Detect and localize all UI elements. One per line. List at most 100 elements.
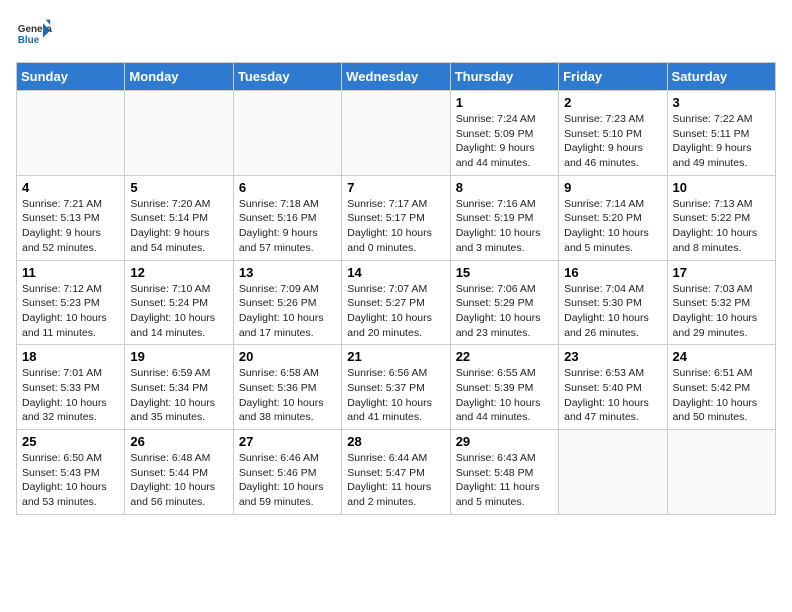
day-number: 1 <box>456 95 553 110</box>
calendar-week-row: 11 Sunrise: 7:12 AM Sunset: 5:23 PM Dayli… <box>17 260 776 345</box>
calendar-cell: 11 Sunrise: 7:12 AM Sunset: 5:23 PM Dayli… <box>17 260 125 345</box>
day-number: 9 <box>564 180 661 195</box>
weekday-header-wednesday: Wednesday <box>342 63 450 91</box>
weekday-header-tuesday: Tuesday <box>233 63 341 91</box>
calendar-cell: 23 Sunrise: 6:53 AM Sunset: 5:40 PM Dayli… <box>559 345 667 430</box>
calendar-cell <box>17 91 125 176</box>
calendar-cell: 5 Sunrise: 7:20 AM Sunset: 5:14 PM Daylig… <box>125 175 233 260</box>
svg-text:Blue: Blue <box>18 35 40 46</box>
weekday-header-monday: Monday <box>125 63 233 91</box>
day-number: 10 <box>673 180 770 195</box>
day-info: Sunrise: 6:53 AM Sunset: 5:40 PM Dayligh… <box>564 366 661 425</box>
calendar-cell: 22Sunrise: 6:55 AM Sunset: 5:39 PM Dayli… <box>450 345 558 430</box>
day-number: 13 <box>239 265 336 280</box>
calendar-week-row: 25 Sunrise: 6:50 AM Sunset: 5:43 PM Dayli… <box>17 430 776 515</box>
weekday-header-row: SundayMondayTuesdayWednesdayThursdayFrid… <box>17 63 776 91</box>
calendar-cell: 13 Sunrise: 7:09 AM Sunset: 5:26 PM Dayli… <box>233 260 341 345</box>
calendar-cell <box>233 91 341 176</box>
calendar-cell: 4 Sunrise: 7:21 AM Sunset: 5:13 PM Daylig… <box>17 175 125 260</box>
day-info: Sunrise: 6:59 AM Sunset: 5:34 PM Dayligh… <box>130 366 227 425</box>
calendar-cell: 6 Sunrise: 7:18 AM Sunset: 5:16 PM Daylig… <box>233 175 341 260</box>
calendar-cell: 12 Sunrise: 7:10 AM Sunset: 5:24 PM Dayli… <box>125 260 233 345</box>
calendar-cell: 19 Sunrise: 6:59 AM Sunset: 5:34 PM Dayli… <box>125 345 233 430</box>
day-number: 18 <box>22 349 119 364</box>
day-number: 20 <box>239 349 336 364</box>
calendar-cell: 16 Sunrise: 7:04 AM Sunset: 5:30 PM Dayli… <box>559 260 667 345</box>
day-number: 11 <box>22 265 119 280</box>
day-info: Sunrise: 6:48 AM Sunset: 5:44 PM Dayligh… <box>130 451 227 510</box>
weekday-header-saturday: Saturday <box>667 63 775 91</box>
page-header: General Blue <box>16 16 776 52</box>
calendar-cell: 2Sunrise: 7:23 AM Sunset: 5:10 PM Daylig… <box>559 91 667 176</box>
day-info: Sunrise: 7:21 AM Sunset: 5:13 PM Dayligh… <box>22 197 119 256</box>
day-info: Sunrise: 7:12 AM Sunset: 5:23 PM Dayligh… <box>22 282 119 341</box>
day-number: 19 <box>130 349 227 364</box>
calendar-cell: 27 Sunrise: 6:46 AM Sunset: 5:46 PM Dayli… <box>233 430 341 515</box>
day-info: Sunrise: 7:01 AM Sunset: 5:33 PM Dayligh… <box>22 366 119 425</box>
day-number: 5 <box>130 180 227 195</box>
day-number: 25 <box>22 434 119 449</box>
weekday-header-sunday: Sunday <box>17 63 125 91</box>
logo: General Blue <box>16 16 52 52</box>
day-number: 23 <box>564 349 661 364</box>
calendar-table: SundayMondayTuesdayWednesdayThursdayFrid… <box>16 62 776 515</box>
calendar-cell: 17Sunrise: 7:03 AM Sunset: 5:32 PM Dayli… <box>667 260 775 345</box>
day-info: Sunrise: 6:46 AM Sunset: 5:46 PM Dayligh… <box>239 451 336 510</box>
day-info: Sunrise: 6:43 AM Sunset: 5:48 PM Dayligh… <box>456 451 553 510</box>
weekday-header-thursday: Thursday <box>450 63 558 91</box>
day-number: 26 <box>130 434 227 449</box>
day-number: 29 <box>456 434 553 449</box>
calendar-week-row: 18 Sunrise: 7:01 AM Sunset: 5:33 PM Dayli… <box>17 345 776 430</box>
day-number: 27 <box>239 434 336 449</box>
day-number: 15 <box>456 265 553 280</box>
day-info: Sunrise: 7:24 AM Sunset: 5:09 PM Dayligh… <box>456 112 553 171</box>
day-info: Sunrise: 7:16 AM Sunset: 5:19 PM Dayligh… <box>456 197 553 256</box>
day-info: Sunrise: 6:51 AM Sunset: 5:42 PM Dayligh… <box>673 366 770 425</box>
day-number: 7 <box>347 180 444 195</box>
day-info: Sunrise: 7:14 AM Sunset: 5:20 PM Dayligh… <box>564 197 661 256</box>
calendar-cell: 24 Sunrise: 6:51 AM Sunset: 5:42 PM Dayli… <box>667 345 775 430</box>
day-number: 3 <box>673 95 770 110</box>
calendar-cell: 21Sunrise: 6:56 AM Sunset: 5:37 PM Dayli… <box>342 345 450 430</box>
calendar-cell <box>342 91 450 176</box>
day-info: Sunrise: 7:03 AM Sunset: 5:32 PM Dayligh… <box>673 282 770 341</box>
day-info: Sunrise: 7:09 AM Sunset: 5:26 PM Dayligh… <box>239 282 336 341</box>
calendar-cell: 8 Sunrise: 7:16 AM Sunset: 5:19 PM Daylig… <box>450 175 558 260</box>
calendar-cell <box>125 91 233 176</box>
logo-icon: General Blue <box>16 16 52 52</box>
calendar-cell: 3 Sunrise: 7:22 AM Sunset: 5:11 PM Daylig… <box>667 91 775 176</box>
day-info: Sunrise: 6:56 AM Sunset: 5:37 PM Dayligh… <box>347 366 444 425</box>
day-info: Sunrise: 7:18 AM Sunset: 5:16 PM Dayligh… <box>239 197 336 256</box>
day-info: Sunrise: 7:04 AM Sunset: 5:30 PM Dayligh… <box>564 282 661 341</box>
calendar-cell <box>559 430 667 515</box>
day-info: Sunrise: 7:17 AM Sunset: 5:17 PM Dayligh… <box>347 197 444 256</box>
calendar-cell: 25 Sunrise: 6:50 AM Sunset: 5:43 PM Dayli… <box>17 430 125 515</box>
calendar-week-row: 4 Sunrise: 7:21 AM Sunset: 5:13 PM Daylig… <box>17 175 776 260</box>
day-info: Sunrise: 7:23 AM Sunset: 5:10 PM Dayligh… <box>564 112 661 171</box>
day-number: 14 <box>347 265 444 280</box>
day-number: 6 <box>239 180 336 195</box>
calendar-cell: 20 Sunrise: 6:58 AM Sunset: 5:36 PM Dayli… <box>233 345 341 430</box>
calendar-cell: 9 Sunrise: 7:14 AM Sunset: 5:20 PM Daylig… <box>559 175 667 260</box>
day-info: Sunrise: 7:07 AM Sunset: 5:27 PM Dayligh… <box>347 282 444 341</box>
day-info: Sunrise: 7:10 AM Sunset: 5:24 PM Dayligh… <box>130 282 227 341</box>
calendar-cell: 1 Sunrise: 7:24 AM Sunset: 5:09 PM Daylig… <box>450 91 558 176</box>
day-number: 24 <box>673 349 770 364</box>
calendar-cell: 18 Sunrise: 7:01 AM Sunset: 5:33 PM Dayli… <box>17 345 125 430</box>
day-number: 12 <box>130 265 227 280</box>
day-info: Sunrise: 6:58 AM Sunset: 5:36 PM Dayligh… <box>239 366 336 425</box>
day-info: Sunrise: 6:50 AM Sunset: 5:43 PM Dayligh… <box>22 451 119 510</box>
calendar-cell: 15 Sunrise: 7:06 AM Sunset: 5:29 PM Dayli… <box>450 260 558 345</box>
day-info: Sunrise: 7:22 AM Sunset: 5:11 PM Dayligh… <box>673 112 770 171</box>
day-info: Sunrise: 7:06 AM Sunset: 5:29 PM Dayligh… <box>456 282 553 341</box>
day-number: 4 <box>22 180 119 195</box>
calendar-cell <box>667 430 775 515</box>
day-number: 16 <box>564 265 661 280</box>
day-info: Sunrise: 6:44 AM Sunset: 5:47 PM Dayligh… <box>347 451 444 510</box>
day-number: 8 <box>456 180 553 195</box>
day-info: Sunrise: 7:20 AM Sunset: 5:14 PM Dayligh… <box>130 197 227 256</box>
day-info: Sunrise: 6:55 AM Sunset: 5:39 PM Dayligh… <box>456 366 553 425</box>
calendar-cell: 14 Sunrise: 7:07 AM Sunset: 5:27 PM Dayli… <box>342 260 450 345</box>
day-info: Sunrise: 7:13 AM Sunset: 5:22 PM Dayligh… <box>673 197 770 256</box>
calendar-cell: 26 Sunrise: 6:48 AM Sunset: 5:44 PM Dayli… <box>125 430 233 515</box>
